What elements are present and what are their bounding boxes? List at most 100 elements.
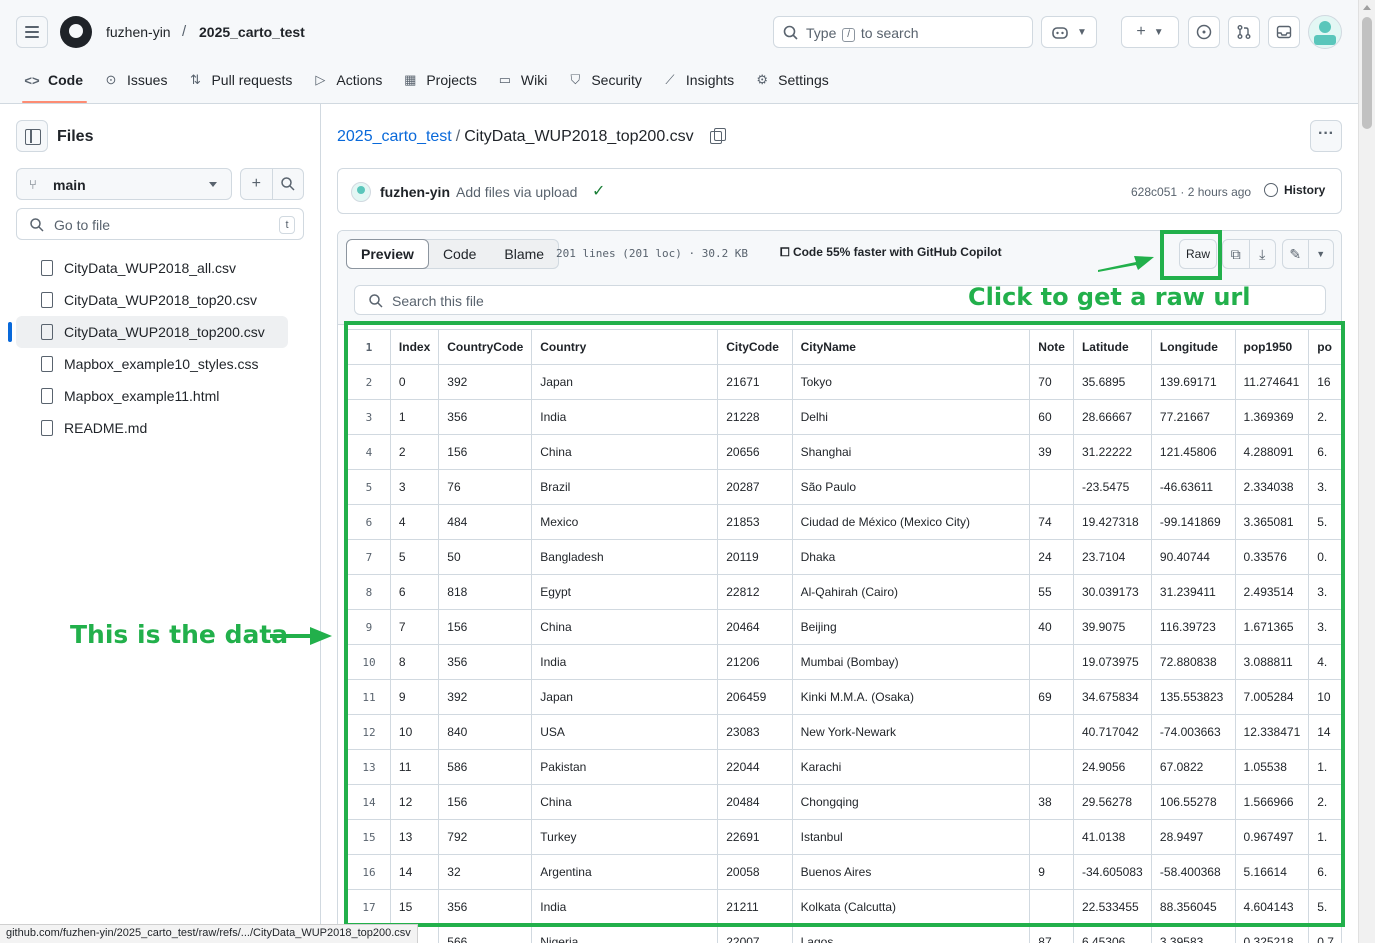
check-icon[interactable]: ✓ bbox=[592, 181, 605, 201]
copilot-button[interactable]: ▼ bbox=[1041, 16, 1097, 48]
tab-settings[interactable]: ⚙ Settings bbox=[744, 64, 839, 96]
play-icon: ▷ bbox=[315, 72, 326, 87]
file-icon bbox=[41, 356, 53, 372]
search-files-button[interactable] bbox=[273, 169, 304, 199]
go-to-file-placeholder: Go to file bbox=[54, 217, 111, 233]
table-cell: 6.45306 bbox=[1072, 924, 1152, 943]
file-tree-item[interactable]: CityData_WUP2018_top200.csv bbox=[8, 316, 288, 348]
tab-label: Actions bbox=[336, 72, 383, 88]
file-name: Mapbox_example10_styles.css bbox=[64, 356, 259, 372]
go-to-file-input[interactable]: Go to file t bbox=[16, 208, 304, 240]
commit-message[interactable]: Add files via upload bbox=[456, 184, 577, 200]
tab-insights[interactable]: ⟋ Insights bbox=[652, 64, 744, 96]
tab-issues[interactable]: ⊙ Issues bbox=[93, 64, 177, 96]
download-button[interactable]: ⤓ bbox=[1250, 240, 1276, 268]
file-tree-item[interactable]: Mapbox_example10_styles.css bbox=[16, 348, 288, 380]
global-search-input[interactable]: Type / to search bbox=[773, 16, 1033, 48]
tab-security[interactable]: ⛉ Security bbox=[557, 64, 652, 96]
more-options-button[interactable]: ··· bbox=[1310, 120, 1342, 152]
add-file-button[interactable]: + bbox=[241, 169, 273, 199]
tab-wiki[interactable]: ▭ Wiki bbox=[487, 64, 557, 96]
tab-code-view[interactable]: Code bbox=[429, 240, 490, 268]
pull-requests-button[interactable] bbox=[1228, 16, 1260, 48]
book-icon: ▭ bbox=[498, 72, 512, 87]
search-icon bbox=[783, 25, 798, 40]
collapse-sidebar-icon[interactable] bbox=[16, 120, 48, 152]
file-name: CityData_WUP2018_all.csv bbox=[64, 260, 236, 276]
commit-author-avatar[interactable] bbox=[351, 182, 371, 202]
file-name: Mapbox_example11.html bbox=[64, 388, 220, 404]
file-icon bbox=[41, 388, 53, 404]
tab-projects[interactable]: ▦ Projects bbox=[392, 64, 487, 96]
search-icon bbox=[30, 218, 44, 232]
github-logo-icon[interactable] bbox=[60, 16, 92, 48]
inbox-button[interactable] bbox=[1268, 16, 1300, 48]
path-repo-link[interactable]: 2025_carto_test bbox=[337, 128, 452, 145]
copilot-icon bbox=[1052, 27, 1068, 39]
table-cell: 566 bbox=[438, 924, 533, 943]
tab-actions[interactable]: ▷ Actions bbox=[302, 64, 392, 96]
file-name: CityData_WUP2018_top200.csv bbox=[64, 324, 265, 340]
history-label: History bbox=[1284, 183, 1326, 197]
repo-nav: <> Code ⊙ Issues ⇅ Pull requests ▷ Actions ▦… bbox=[14, 64, 839, 104]
create-new-button[interactable]: + ▼ bbox=[1121, 16, 1179, 48]
file-icon bbox=[41, 324, 53, 340]
copilot-icon: ⧠ bbox=[780, 245, 793, 259]
user-avatar[interactable] bbox=[1308, 15, 1342, 49]
chevron-down-icon bbox=[209, 182, 217, 187]
issue-icon bbox=[1196, 24, 1212, 40]
sidebar-title: Files bbox=[57, 128, 94, 145]
data-annotation: This is the data bbox=[70, 620, 289, 649]
file-tree-item[interactable]: README.md bbox=[16, 412, 288, 444]
file-tree-item[interactable]: CityData_WUP2018_top20.csv bbox=[16, 284, 288, 316]
branch-icon: ⑂ bbox=[29, 177, 37, 192]
file-icon bbox=[41, 420, 53, 436]
menu-icon[interactable] bbox=[16, 16, 48, 48]
file-tree-item[interactable]: Mapbox_example11.html bbox=[16, 380, 288, 412]
file-tree-sidebar: Files ⑂ main + Go to file t CityData_WUP… bbox=[0, 104, 321, 943]
page-scrollbar[interactable] bbox=[1358, 0, 1375, 943]
raw-highlight-box bbox=[1160, 230, 1222, 280]
shield-icon: ⛉ bbox=[570, 72, 581, 87]
search-prefix: Type bbox=[806, 25, 837, 41]
tab-blame[interactable]: Blame bbox=[490, 240, 558, 268]
path-file-name: CityData_WUP2018_top200.csv bbox=[464, 128, 694, 145]
breadcrumb-separator: / bbox=[182, 23, 187, 40]
copy-path-icon[interactable] bbox=[709, 128, 726, 144]
breadcrumb-owner[interactable]: fuzhen-yin bbox=[106, 24, 171, 40]
plus-icon: + bbox=[251, 175, 261, 192]
copilot-promo[interactable]: ⧠ Code 55% faster with GitHub Copilot bbox=[780, 245, 1002, 260]
file-tree-item[interactable]: CityData_WUP2018_all.csv bbox=[16, 252, 288, 284]
edit-options-button[interactable]: ▼ bbox=[1309, 240, 1334, 268]
breadcrumb-repo[interactable]: 2025_carto_test bbox=[199, 24, 305, 40]
file-path-breadcrumb: 2025_carto_test / CityData_WUP2018_top200.… bbox=[337, 128, 726, 146]
tab-preview[interactable]: Preview bbox=[346, 239, 429, 269]
raw-url-annotation: Click to get a raw url bbox=[968, 283, 1251, 311]
chevron-down-icon: ▼ bbox=[1316, 249, 1326, 259]
pencil-icon: ✎ bbox=[1289, 245, 1302, 262]
data-arrow bbox=[270, 627, 332, 645]
edit-button[interactable]: ✎ bbox=[1283, 240, 1309, 268]
chevron-down-icon: ▼ bbox=[1077, 26, 1087, 38]
tab-pull-requests[interactable]: ⇅ Pull requests bbox=[177, 64, 302, 96]
pull-request-icon bbox=[1237, 25, 1251, 39]
sidebar-actions: + bbox=[240, 168, 304, 200]
code-icon: <> bbox=[24, 72, 40, 88]
branch-selector[interactable]: ⑂ main bbox=[16, 168, 232, 200]
scrollbar-thumb[interactable] bbox=[1362, 17, 1372, 129]
file-name: CityData_WUP2018_top20.csv bbox=[64, 292, 257, 308]
copilot-promo-text: Code 55% faster with GitHub Copilot bbox=[792, 245, 1002, 259]
graph-icon: ⟋ bbox=[665, 72, 675, 87]
scroll-up-icon[interactable] bbox=[1363, 5, 1371, 10]
table-icon: ▦ bbox=[404, 72, 417, 87]
history-button[interactable]: History bbox=[1264, 183, 1325, 197]
view-mode-switch: Preview Code Blame bbox=[346, 239, 560, 269]
commit-meta[interactable]: 628c051 · 2 hours ago bbox=[1131, 185, 1251, 199]
tab-code[interactable]: <> Code bbox=[14, 64, 93, 103]
latest-commit-bar: fuzhen-yin Add files via upload ✓ 628c05… bbox=[337, 168, 1342, 214]
tab-label: Issues bbox=[127, 72, 168, 88]
issues-button[interactable] bbox=[1188, 16, 1220, 48]
table-cell: 0.7 bbox=[1308, 924, 1341, 943]
copy-raw-button[interactable]: ⧉ bbox=[1223, 240, 1250, 268]
commit-author[interactable]: fuzhen-yin bbox=[380, 184, 450, 200]
